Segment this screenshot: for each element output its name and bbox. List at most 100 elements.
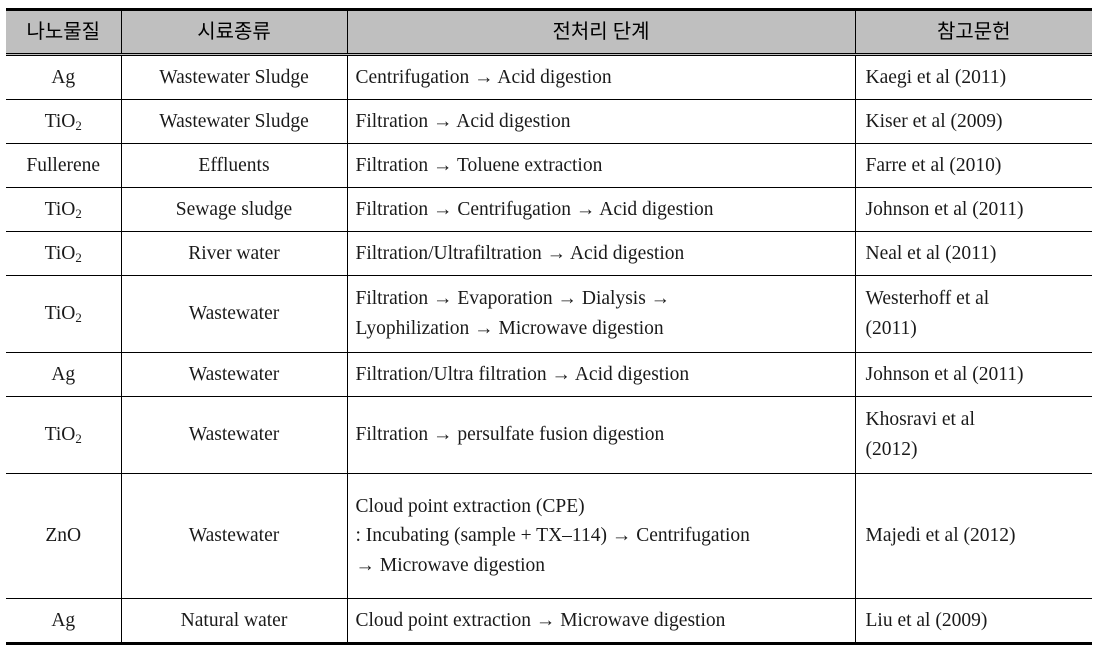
- cell-reference: Kiser et al (2009): [854, 99, 1092, 144]
- column-header-sample-type: 시료종류: [120, 9, 348, 56]
- cell-line: Liu et al (2009): [865, 609, 988, 631]
- cell-line-group: Johnson et al (2011): [866, 360, 1085, 390]
- cell-line: Neal et al (2011): [865, 242, 997, 264]
- cell-pretreatment-steps: Filtration → Toluene extraction: [346, 143, 856, 188]
- column-header-reference: 참고문헌: [854, 9, 1092, 56]
- cell-line: Khosravi et al: [865, 409, 975, 431]
- cell-pretreatment-steps: Filtration → persulfate fusion digestion: [346, 396, 856, 474]
- cell-material: TiO2: [6, 396, 122, 474]
- cell-sample-type: Wastewater Sludge: [120, 54, 348, 100]
- pretreatment-methods-table: 나노물질 시료종류 전처리 단계 참고문헌 Ag Wastewater Sludg…: [6, 8, 1092, 645]
- table-row: TiO2 Wastewater Filtration → persulfate fu…: [6, 396, 1092, 474]
- table-row: Ag Wastewater Filtration/Ultra filtration …: [6, 352, 1092, 397]
- cell-line: Filtration → persulfate fusion digestion: [355, 424, 665, 446]
- cell-line: Filtration → Centrifugation → Acid diges…: [355, 198, 714, 220]
- cell-line-group: Filtration → Evaporation → Dialysis → Lyo…: [356, 284, 847, 343]
- material-subscript: 2: [75, 432, 82, 447]
- cell-material: TiO2: [6, 231, 122, 276]
- cell-line: (2012): [865, 439, 918, 460]
- cell-line: Filtration/Ultra filtration → Acid diges…: [355, 363, 690, 385]
- cell-line: Lyophilization → Microwave digestion: [355, 318, 664, 339]
- cell-sample-type: Wastewater: [120, 352, 348, 397]
- cell-line-group: Filtration → Centrifugation → Acid diges…: [356, 195, 847, 225]
- cell-sample-type: River water: [120, 231, 348, 276]
- cell-material: Ag: [6, 598, 122, 644]
- cell-material: Fullerene: [6, 143, 122, 188]
- cell-pretreatment-steps: Cloud point extraction (CPE) : Incubating…: [346, 473, 856, 599]
- table-body: Ag Wastewater Sludge Centrifugation → Acid…: [6, 54, 1092, 644]
- cell-line-group: Filtration → persulfate fusion digestion: [356, 420, 847, 450]
- table-row: TiO2 Sewage sludge Filtration → Centrifuga…: [6, 187, 1092, 232]
- cell-line: (2011): [865, 318, 917, 339]
- cell-line-group: Westerhoff et al (2011): [866, 284, 1085, 343]
- cell-reference: Farre et al (2010): [854, 143, 1092, 188]
- cell-line: Farre et al (2010): [865, 154, 1002, 176]
- cell-line-group: Cloud point extraction (CPE) : Incubating…: [356, 492, 847, 581]
- cell-line-group: Cloud point extraction → Microwave diges…: [356, 606, 847, 636]
- cell-pretreatment-steps: Filtration → Evaporation → Dialysis → Lyo…: [346, 275, 856, 353]
- cell-line-group: Majedi et al (2012): [866, 521, 1085, 551]
- cell-line-group: Filtration/Ultrafiltration → Acid digest…: [356, 239, 847, 269]
- cell-line: Johnson et al (2011): [865, 198, 1024, 220]
- cell-line: Filtration/Ultrafiltration → Acid digest…: [355, 242, 685, 264]
- cell-line: Centrifugation → Acid digestion: [355, 66, 612, 88]
- cell-sample-type: Effluents: [120, 143, 348, 188]
- cell-reference: Khosravi et al (2012): [854, 396, 1092, 474]
- table-row: ZnO Wastewater Cloud point extraction (CPE…: [6, 473, 1092, 599]
- cell-line: Filtration → Toluene extraction: [355, 154, 603, 176]
- cell-reference: Kaegi et al (2011): [854, 54, 1092, 100]
- cell-reference: Majedi et al (2012): [854, 473, 1092, 599]
- table-row: TiO2 Wastewater Filtration → Evaporation →…: [6, 275, 1092, 353]
- cell-line-group: Neal et al (2011): [866, 239, 1085, 269]
- cell-material: TiO2: [6, 275, 122, 353]
- cell-reference: Johnson et al (2011): [854, 187, 1092, 232]
- cell-line-group: Centrifugation → Acid digestion: [356, 63, 847, 93]
- material-subscript: 2: [75, 206, 82, 221]
- cell-line-group: Johnson et al (2011): [866, 195, 1085, 225]
- cell-line: Filtration → Evaporation → Dialysis →: [355, 288, 671, 310]
- cell-reference: Neal et al (2011): [854, 231, 1092, 276]
- cell-pretreatment-steps: Filtration → Centrifugation → Acid diges…: [346, 187, 856, 232]
- cell-reference: Johnson et al (2011): [854, 352, 1092, 397]
- column-header-material: 나노물질: [6, 9, 122, 56]
- cell-reference: Liu et al (2009): [854, 598, 1092, 644]
- cell-material: Ag: [6, 352, 122, 397]
- cell-material: TiO2: [6, 99, 122, 144]
- cell-sample-type: Wastewater: [120, 473, 348, 599]
- cell-reference: Westerhoff et al (2011): [854, 275, 1092, 353]
- cell-line-group: Kiser et al (2009): [866, 107, 1085, 137]
- cell-sample-type: Natural water: [120, 598, 348, 644]
- cell-line-group: Kaegi et al (2011): [866, 63, 1085, 93]
- cell-line: Cloud point extraction (CPE): [355, 495, 585, 517]
- table-row: Fullerene Effluents Filtration → Toluene e…: [6, 143, 1092, 188]
- cell-pretreatment-steps: Filtration → Acid digestion: [346, 99, 856, 144]
- cell-pretreatment-steps: Centrifugation → Acid digestion: [346, 54, 856, 100]
- cell-line: Johnson et al (2011): [865, 363, 1024, 385]
- cell-pretreatment-steps: Filtration/Ultra filtration → Acid diges…: [346, 352, 856, 397]
- cell-line: Majedi et al (2012): [865, 525, 1016, 547]
- cell-line: Filtration → Acid digestion: [355, 110, 571, 132]
- cell-material: Ag: [6, 54, 122, 100]
- cell-line-group: Farre et al (2010): [866, 151, 1085, 181]
- cell-pretreatment-steps: Filtration/Ultrafiltration → Acid digest…: [346, 231, 856, 276]
- column-header-pretreatment-steps: 전처리 단계: [346, 9, 856, 56]
- page-canvas: 나노물질 시료종류 전처리 단계 참고문헌 Ag Wastewater Sludg…: [0, 0, 1098, 645]
- cell-sample-type: Wastewater: [120, 396, 348, 474]
- cell-line-group: Khosravi et al (2012): [866, 405, 1085, 464]
- material-subscript: 2: [75, 311, 82, 326]
- cell-sample-type: Wastewater Sludge: [120, 99, 348, 144]
- table-row: TiO2 River water Filtration/Ultrafiltratio…: [6, 231, 1092, 276]
- cell-line: Westerhoff et al: [865, 288, 990, 310]
- table-row: Ag Natural water Cloud point extraction → …: [6, 598, 1092, 644]
- table-row: Ag Wastewater Sludge Centrifugation → Acid…: [6, 54, 1092, 100]
- cell-line-group: Liu et al (2009): [866, 606, 1085, 636]
- cell-line: : Incubating (sample + TX–114) → Centrif…: [355, 525, 750, 547]
- cell-line-group: Filtration → Acid digestion: [356, 107, 847, 137]
- table-header-row: 나노물질 시료종류 전처리 단계 참고문헌: [6, 9, 1092, 56]
- cell-line-group: Filtration/Ultra filtration → Acid diges…: [356, 360, 847, 390]
- cell-line-group: Filtration → Toluene extraction: [356, 151, 847, 181]
- cell-line: Kaegi et al (2011): [865, 66, 1007, 88]
- cell-line: Cloud point extraction → Microwave diges…: [355, 609, 726, 631]
- cell-pretreatment-steps: Cloud point extraction → Microwave diges…: [346, 598, 856, 644]
- cell-sample-type: Wastewater: [120, 275, 348, 353]
